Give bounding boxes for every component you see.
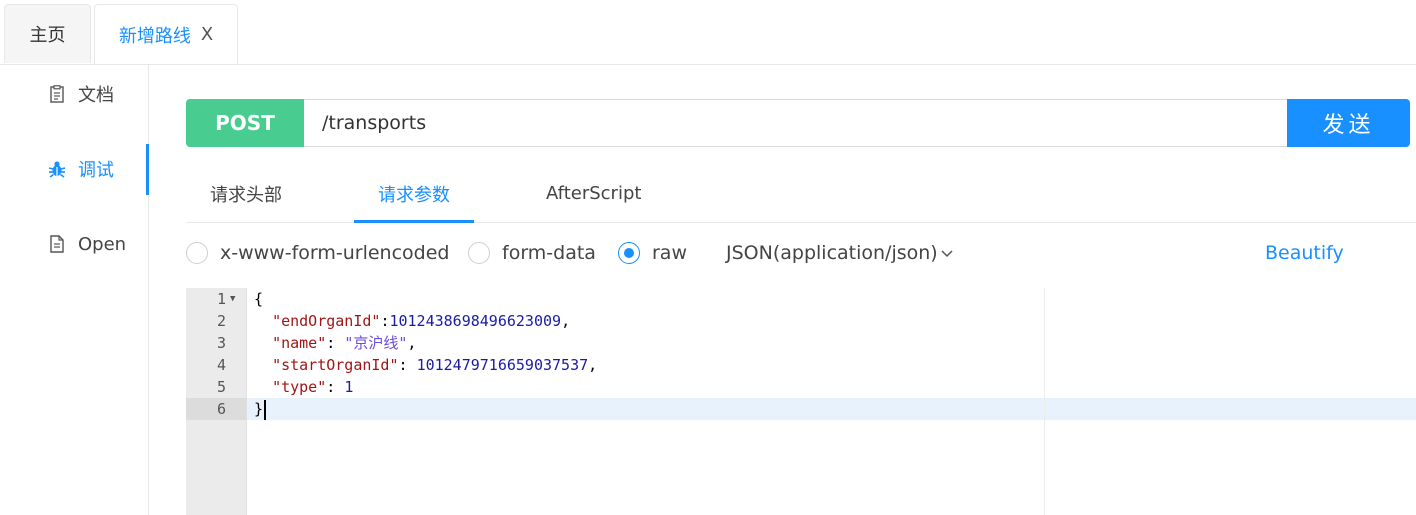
file-text-icon <box>48 234 66 254</box>
json-comma: , <box>407 334 417 352</box>
tab-home[interactable]: 主页 <box>4 4 91 63</box>
text-cursor <box>264 399 267 420</box>
json-number: 1012438698496623009 <box>389 312 562 330</box>
line-number: 5 <box>216 378 226 396</box>
sidebar-item-debug[interactable]: 调试 <box>0 149 148 189</box>
sidebar-active-indicator <box>146 144 149 195</box>
document-icon <box>48 84 66 104</box>
radio-circle-checked[interactable] <box>618 242 640 264</box>
json-body-editor[interactable]: 1 ▼ 2 3 4 5 6 { "endOrganId":10124386984… <box>186 288 1416 515</box>
sidebar: 文档 调试 Open <box>0 65 149 515</box>
close-icon[interactable]: X <box>201 24 213 45</box>
line-number: 2 <box>216 312 226 330</box>
json-sep: : <box>326 378 345 396</box>
json-key: "startOrganId" <box>272 356 399 374</box>
radio-label: x-www-form-urlencoded <box>220 242 450 264</box>
beautify-button[interactable]: Beautify <box>1265 242 1344 264</box>
code-line: "startOrganId": 1012479716659037537, <box>254 354 597 376</box>
active-tab-underline <box>354 220 474 223</box>
bug-icon <box>48 159 66 179</box>
active-line-highlight <box>247 398 1416 420</box>
sidebar-item-docs[interactable]: 文档 <box>0 74 148 114</box>
json-brace: } <box>254 400 264 418</box>
tab-home-label: 主页 <box>29 25 66 46</box>
code-line: } <box>254 398 267 420</box>
radio-circle[interactable] <box>186 242 208 264</box>
method-badge[interactable]: POST <box>186 99 304 147</box>
tab-bar: 主页 新增路线 X <box>0 0 1416 65</box>
code-line: { <box>254 288 263 310</box>
json-brace: { <box>254 290 264 308</box>
json-key: "endOrganId" <box>272 312 381 330</box>
radio-label: form-data <box>502 242 596 264</box>
radio-raw[interactable]: raw <box>618 242 687 264</box>
json-key: "type" <box>272 378 327 396</box>
radio-label: raw <box>652 242 687 264</box>
radio-circle[interactable] <box>468 242 490 264</box>
line-number: 6 <box>216 400 226 418</box>
line-number: 4 <box>216 356 226 374</box>
json-number: 1012479716659037537 <box>416 356 589 374</box>
fold-arrow-icon[interactable]: ▼ <box>230 288 235 310</box>
tab-request-headers[interactable]: 请求头部 <box>210 165 282 222</box>
line-number: 3 <box>216 334 226 352</box>
sidebar-item-label: 文档 <box>78 85 114 106</box>
content-type-label: JSON(application/json) <box>726 242 938 264</box>
url-input[interactable]: /transports <box>304 99 1287 147</box>
sidebar-item-label: 调试 <box>78 160 114 181</box>
sidebar-item-open[interactable]: Open <box>0 224 148 264</box>
code-line: "name": "京沪线", <box>254 332 416 354</box>
json-sep: : <box>326 334 345 352</box>
json-key: "name" <box>272 334 327 352</box>
tab-new-route-label: 新增路线 <box>118 25 191 47</box>
json-comma: , <box>588 356 598 374</box>
json-sep: : <box>398 356 417 374</box>
send-button[interactable]: 发送 <box>1287 99 1410 147</box>
json-number: 1 <box>344 378 354 396</box>
chevron-down-icon <box>940 244 954 263</box>
print-margin <box>1044 288 1045 515</box>
radio-urlencoded[interactable]: x-www-form-urlencoded <box>186 242 449 264</box>
json-comma: , <box>561 312 571 330</box>
tab-new-route[interactable]: 新增路线 X <box>94 4 238 64</box>
code-line: "type": 1 <box>254 376 353 398</box>
editor-gutter: 1 ▼ 2 3 4 5 6 <box>186 288 247 515</box>
json-string: "京沪线" <box>344 334 408 352</box>
body-type-selector: x-www-form-urlencoded form-data raw JSON… <box>186 238 1416 270</box>
tab-request-params[interactable]: 请求参数 <box>354 165 474 222</box>
line-number: 1 <box>216 290 226 308</box>
sidebar-item-label: Open <box>78 233 127 255</box>
code-line: "endOrganId":1012438698496623009, <box>254 310 570 332</box>
radio-form-data[interactable]: form-data <box>468 242 596 264</box>
content-type-dropdown[interactable]: JSON(application/json) <box>726 242 954 264</box>
request-subtabs: 请求头部 请求参数 AfterScript <box>186 165 1416 223</box>
tab-afterscript[interactable]: AfterScript <box>546 165 641 222</box>
